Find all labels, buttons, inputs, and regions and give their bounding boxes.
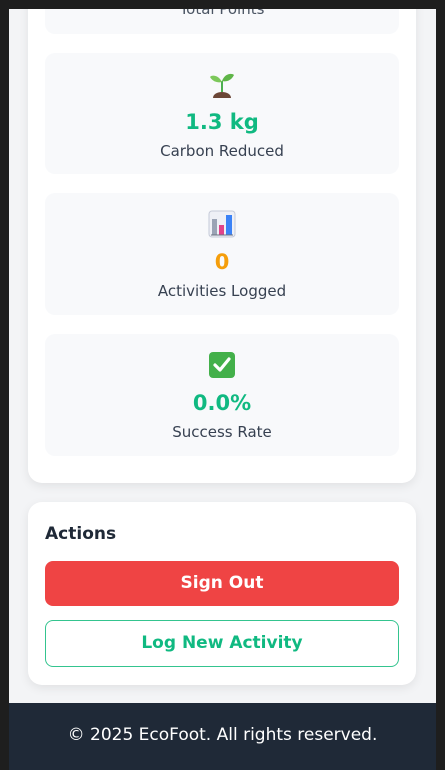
actions-card: Actions Sign Out Log New Activity <box>28 502 416 685</box>
stat-carbon-reduced: 1.3 kg Carbon Reduced <box>45 53 399 174</box>
stat-value: 0 <box>214 250 230 274</box>
sign-out-button[interactable]: Sign Out <box>45 561 399 606</box>
stat-label: Activities Logged <box>157 282 287 300</box>
actions-title: Actions <box>45 524 117 544</box>
stat-total-points: Total Points <box>45 9 399 34</box>
bar-chart-icon <box>208 210 236 238</box>
app-viewport: Total Points 1.3 kg Carbon Reduced 0 Act… <box>9 9 436 770</box>
stat-label: Success Rate <box>172 423 272 441</box>
stat-value: 0.0% <box>192 391 252 415</box>
stat-label: Total Points <box>179 9 265 18</box>
stat-activities-logged: 0 Activities Logged <box>45 193 399 315</box>
check-mark-icon <box>209 352 235 378</box>
stat-value: 1.3 kg <box>185 110 259 134</box>
seedling-icon <box>210 73 234 98</box>
log-new-activity-button[interactable]: Log New Activity <box>45 620 399 667</box>
footer-copyright: © 2025 EcoFoot. All rights reserved. <box>67 725 378 745</box>
footer: © 2025 EcoFoot. All rights reserved. <box>9 703 436 770</box>
stats-card: Total Points 1.3 kg Carbon Reduced 0 Act… <box>28 9 416 483</box>
stat-label: Carbon Reduced <box>160 142 284 160</box>
stat-success-rate: 0.0% Success Rate <box>45 334 399 456</box>
